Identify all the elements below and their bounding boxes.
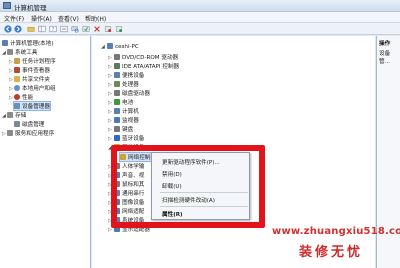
tree-item-disk-management[interactable]: 磁盘管理 bbox=[14, 120, 44, 128]
dvd-drive-icon bbox=[114, 54, 120, 60]
event-log-icon bbox=[14, 67, 20, 73]
device-category-computer[interactable]: ▷ 计算机 bbox=[108, 107, 139, 115]
menu-update-driver[interactable]: 更新驱动程序软件(P)... bbox=[162, 158, 220, 166]
tree-item-event-viewer[interactable]: ▷ 事件查看器 bbox=[9, 66, 50, 74]
show-hide-tree-icon[interactable] bbox=[38, 25, 46, 33]
properties-icon[interactable] bbox=[60, 25, 68, 33]
bluetooth-icon bbox=[114, 135, 120, 141]
tree-item-shared-folders[interactable]: ▷ 共享文件夹 bbox=[9, 75, 50, 83]
disk-icon bbox=[14, 121, 20, 127]
svg-text:?: ? bbox=[52, 27, 55, 33]
device-category-dvd[interactable]: ▷ DVD/CD-ROM 驱动器 bbox=[108, 53, 178, 61]
performance-icon bbox=[14, 94, 20, 100]
monitor-icon bbox=[114, 117, 120, 123]
action-pane-device-manager[interactable]: 设备管... bbox=[379, 49, 400, 65]
shared-folder-icon bbox=[14, 76, 20, 82]
tree-item-services-applications[interactable]: ▷ 服务和应用程序 bbox=[2, 129, 54, 137]
menu-properties[interactable]: 属性(R) bbox=[162, 210, 183, 218]
toolbar: ? bbox=[0, 23, 400, 35]
window-title: 计算机管理 bbox=[14, 4, 47, 12]
portable-device-icon bbox=[114, 72, 120, 78]
back-icon[interactable] bbox=[4, 25, 12, 33]
tree-item-storage[interactable]: ◢ 存储 bbox=[2, 111, 26, 119]
menu-view[interactable]: 查看(V) bbox=[58, 14, 79, 23]
menu-help[interactable]: 帮助(H) bbox=[85, 14, 106, 23]
action-pane-header: 操作 bbox=[379, 41, 391, 47]
battery-icon bbox=[114, 99, 120, 105]
tools-icon bbox=[7, 49, 13, 55]
storage-icon bbox=[7, 112, 13, 118]
processor-icon bbox=[114, 81, 120, 87]
device-category-disk[interactable]: ▷ 磁盘驱动器 bbox=[108, 89, 150, 97]
keyboard-icon bbox=[114, 126, 120, 132]
device-category-ide[interactable]: ▷ IDE ATA/ATAPI 控制器 bbox=[108, 62, 179, 70]
watermark-url: www.zhuangxiu518.com bbox=[272, 226, 400, 237]
device-category-portable[interactable]: ▷ 便携设备 bbox=[108, 71, 144, 79]
context-menu: 更新驱动程序软件(P)... 禁用(D) 卸载(U) 扫描检测硬件改动(A) 属… bbox=[151, 152, 250, 220]
update-driver-icon[interactable] bbox=[82, 25, 90, 33]
help-icon[interactable]: ? bbox=[49, 25, 57, 33]
computer-icon bbox=[2, 40, 8, 46]
tree-item-task-scheduler[interactable]: ▷ 任务计划程序 bbox=[9, 57, 56, 65]
computer-icon bbox=[114, 108, 120, 114]
device-category-monitor[interactable]: ▷ 监视器 bbox=[108, 116, 139, 124]
device-category-processor[interactable]: ▷ 处理器 bbox=[108, 80, 139, 88]
tree-item-system-tools[interactable]: ◢ 系统工具 bbox=[2, 48, 37, 56]
tree-item-computer-management[interactable]: 计算机管理(本地) bbox=[2, 39, 54, 47]
menu-disable[interactable]: 禁用(D) bbox=[162, 170, 182, 178]
tree-item-device-manager[interactable]: 设备管理器 bbox=[13, 101, 51, 111]
device-category-keyboard[interactable]: ▷ 键盘 bbox=[108, 125, 133, 133]
menu-bar: 文件(F) 操作(A) 查看(V) 帮助(H) bbox=[0, 12, 400, 23]
device-category-battery[interactable]: ▷ 电池 bbox=[108, 98, 133, 106]
tree-item-performance[interactable]: ▷ 性能 bbox=[9, 93, 33, 101]
menu-action[interactable]: 操作(A) bbox=[31, 14, 52, 23]
computer-management-icon bbox=[3, 2, 11, 9]
up-folder-icon[interactable] bbox=[27, 25, 35, 33]
tree-item-local-users-groups[interactable]: ▷ 本地用户和组 bbox=[9, 84, 56, 92]
device-root[interactable]: ◢ ceshi-PC bbox=[101, 43, 139, 51]
enable-device-icon[interactable] bbox=[115, 25, 123, 33]
menu-scan-hardware[interactable]: 扫描检测硬件改动(A) bbox=[162, 196, 215, 204]
scan-hardware-icon[interactable] bbox=[71, 25, 79, 33]
ide-controller-icon bbox=[114, 63, 120, 69]
menu-file[interactable]: 文件(F) bbox=[4, 14, 24, 23]
clock-icon bbox=[14, 58, 20, 64]
computer-icon bbox=[107, 43, 113, 49]
navigation-tree: 计算机管理(本地) ◢ 系统工具 ▷ 任务计划程序 ▷ 事件查看器 ▷ 共享文件夹 ▷ 本… bbox=[0, 36, 91, 268]
menu-separator bbox=[160, 192, 248, 193]
services-icon bbox=[7, 130, 13, 136]
disable-device-icon[interactable] bbox=[104, 25, 112, 33]
device-manager-icon bbox=[14, 103, 20, 109]
menu-uninstall[interactable]: 卸载(U) bbox=[162, 182, 182, 190]
device-category-bluetooth[interactable]: ▷ 蓝牙设备 bbox=[108, 134, 144, 142]
menu-separator bbox=[160, 206, 248, 207]
disk-drive-icon bbox=[114, 90, 120, 96]
uninstall-icon[interactable] bbox=[93, 25, 101, 33]
forward-icon[interactable] bbox=[14, 25, 22, 33]
watermark-brand: 装修无忧 bbox=[299, 245, 364, 260]
users-icon bbox=[14, 85, 20, 91]
title-bar: 计算机管理 bbox=[0, 0, 400, 12]
